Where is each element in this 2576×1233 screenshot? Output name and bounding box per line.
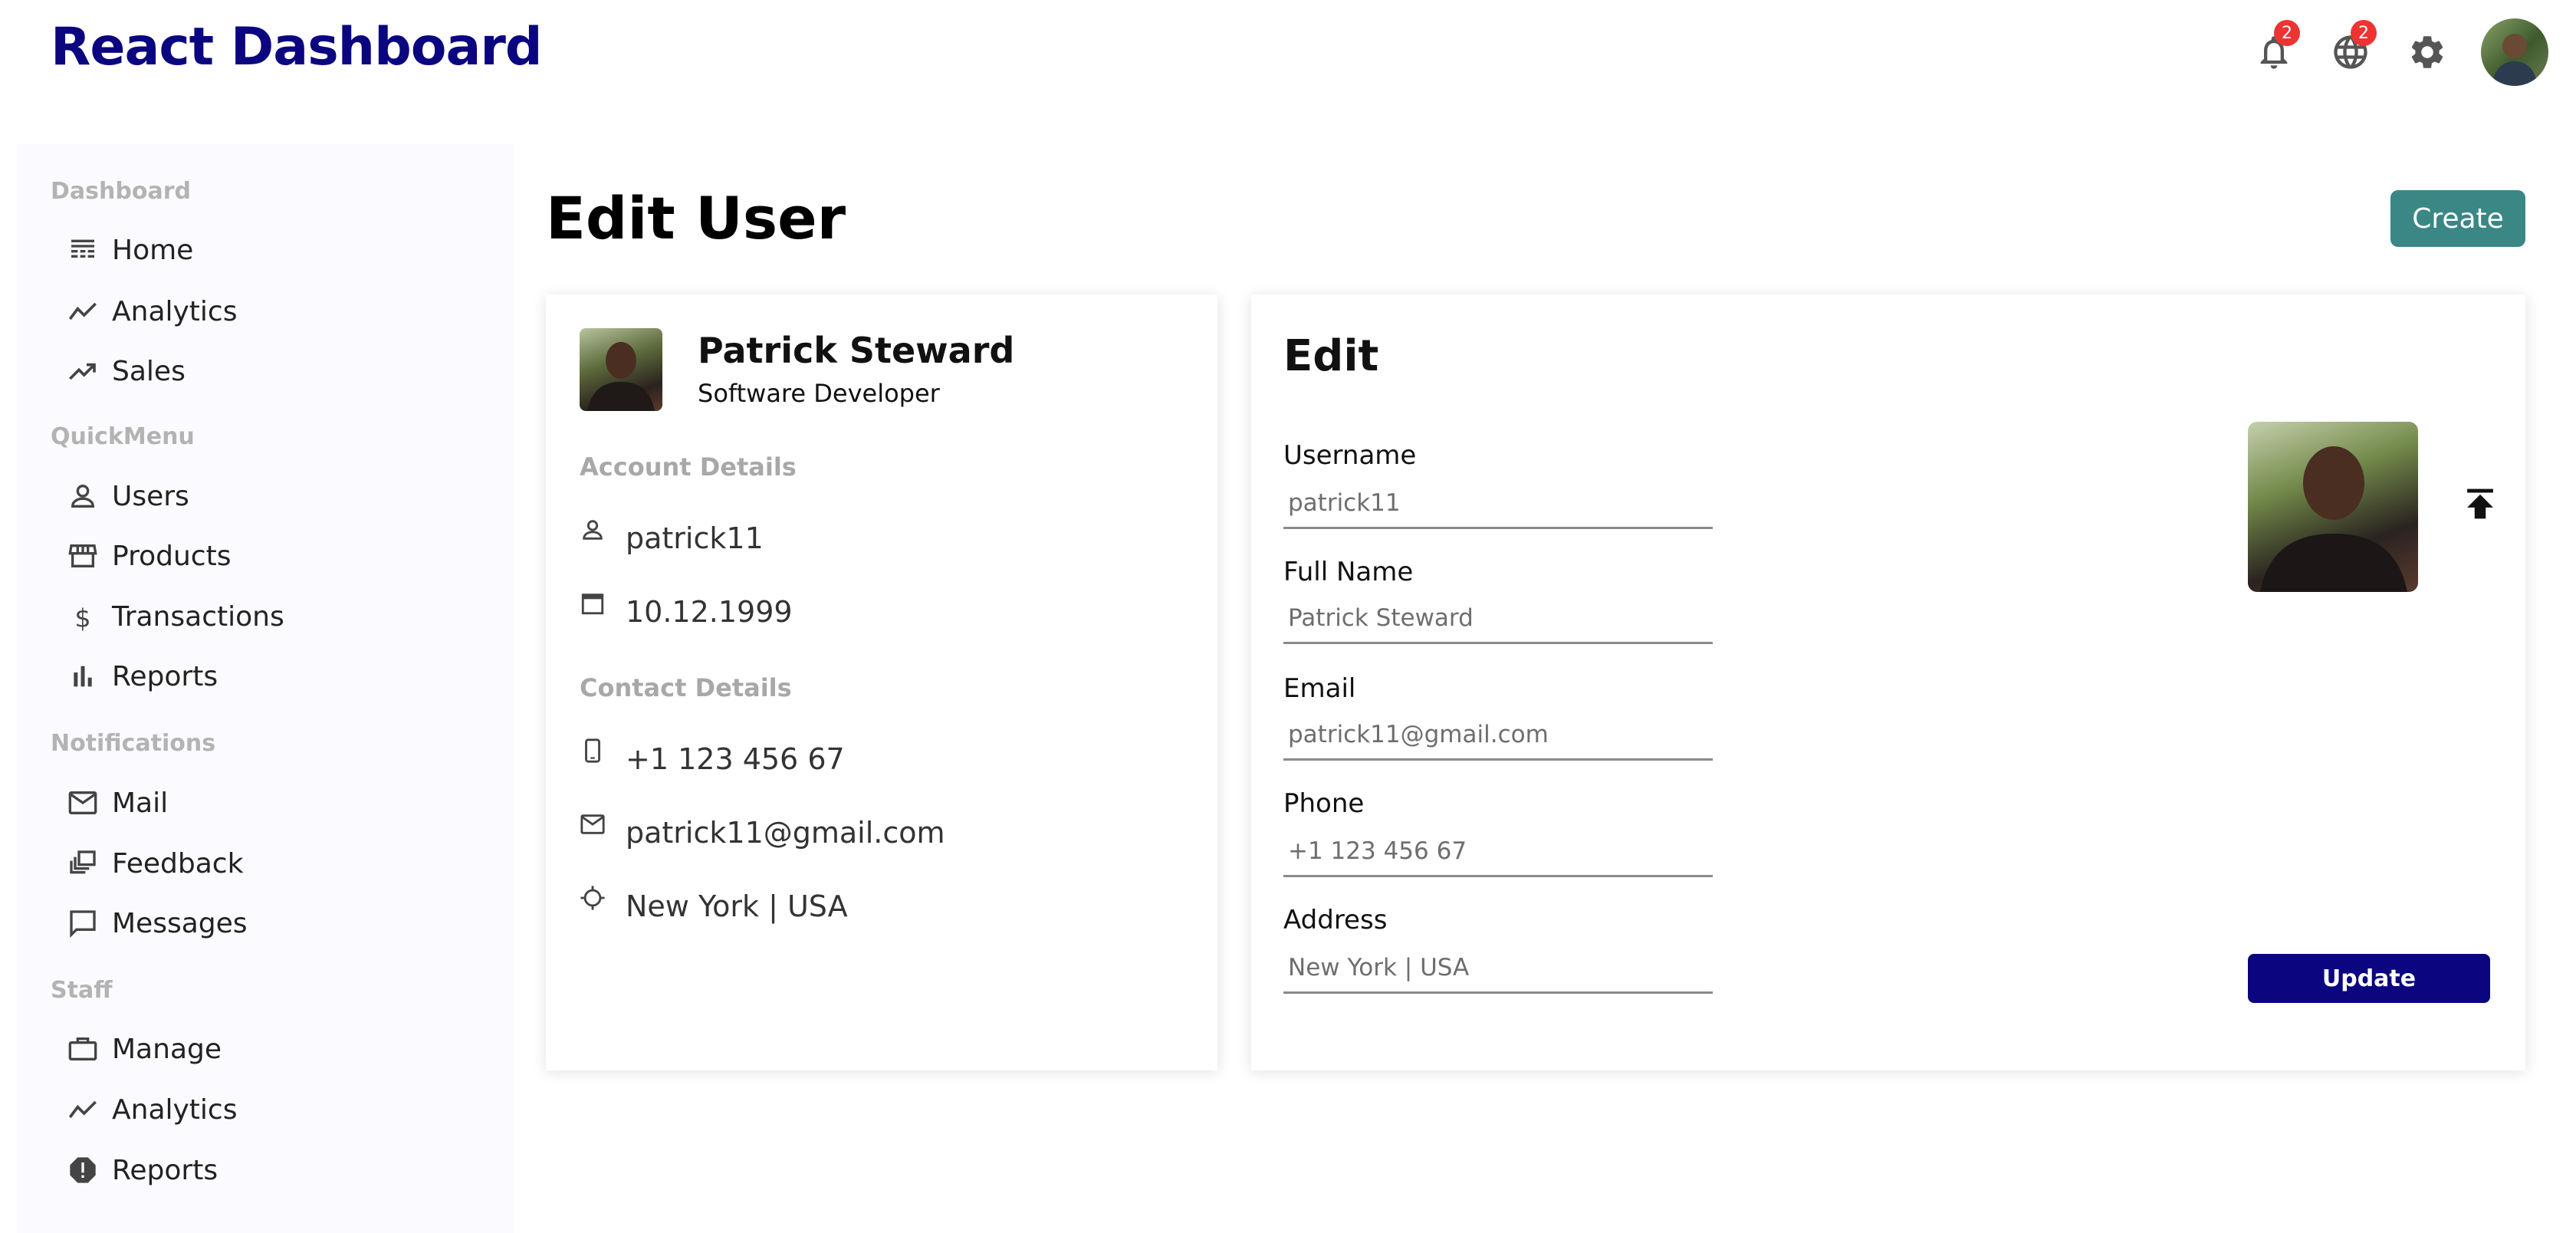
sidebar: Dashboard Home Analytics Sales QuickMenu… (17, 144, 514, 1233)
language-button[interactable]: 2 (2328, 20, 2377, 75)
sidebar-item-transactions[interactable]: $ Transactions (67, 595, 284, 638)
sidebar-item-home[interactable]: Home (67, 229, 193, 271)
sidebar-item-sales[interactable]: Sales (67, 350, 186, 393)
sidebar-item-label: Sales (112, 355, 186, 387)
location-searching-icon (580, 886, 605, 910)
sidebar-item-label: Feedback (112, 847, 244, 880)
sidebar-item-mail[interactable]: Mail (67, 781, 168, 824)
sidebar-item-label: Manage (112, 1033, 222, 1065)
language-badge: 2 (2351, 20, 2377, 46)
sidebar-item-label: Reports (112, 1154, 219, 1186)
email-label: Email (1283, 673, 1356, 704)
create-button[interactable]: Create (2390, 190, 2525, 247)
phone-icon (585, 738, 600, 763)
sidebar-item-label: Transactions (112, 600, 284, 633)
upload-icon[interactable] (2458, 482, 2502, 526)
dollar-icon: $ (74, 603, 90, 632)
sidebar-item-staff-analytics[interactable]: Analytics (67, 1088, 237, 1131)
report-icon (70, 1157, 96, 1183)
calendar-icon (581, 593, 604, 615)
user-email: patrick11@gmail.com (626, 816, 945, 850)
sidebar-item-label: Reports (112, 660, 219, 692)
chat-bubble-icon (70, 910, 96, 939)
person-icon (71, 485, 95, 508)
user-name: Patrick Steward (698, 330, 1015, 371)
page-title: Edit User (546, 184, 846, 252)
user-avatar (580, 328, 662, 411)
sidebar-item-manage[interactable]: Manage (67, 1028, 222, 1070)
sidebar-item-products[interactable]: Products (67, 534, 231, 577)
gear-icon (2411, 36, 2443, 68)
sidebar-section-notifications: Notifications (51, 730, 216, 757)
user-photo-large (2260, 446, 2407, 592)
sidebar-item-feedback[interactable]: Feedback (67, 842, 243, 885)
edit-user-card: Edit Username Full Name Email Phone Addr… (1251, 294, 2525, 1070)
edit-title: Edit (1283, 331, 1379, 381)
sidebar-item-label: Analytics (112, 295, 238, 327)
person-icon (583, 520, 603, 540)
work-icon (68, 1037, 97, 1060)
user-photo (587, 342, 655, 411)
timeline-icon (68, 1100, 97, 1119)
sidebar-item-users[interactable]: Users (67, 475, 189, 518)
fullname-input[interactable] (1283, 593, 1713, 644)
avatar-image (2492, 34, 2538, 86)
sidebar-section-quickmenu: QuickMenu (51, 423, 195, 450)
mail-icon (68, 791, 97, 814)
storefront-icon (68, 544, 97, 567)
settings-button[interactable] (2404, 29, 2450, 75)
user-phone: +1 123 456 67 (626, 742, 845, 776)
sidebar-item-label: Analytics (112, 1093, 238, 1126)
account-details-title: Account Details (580, 452, 797, 482)
sidebar-item-label: Users (112, 480, 189, 512)
timeline-icon (68, 302, 97, 321)
phone-input[interactable] (1283, 827, 1713, 877)
user-address: New York | USA (626, 889, 848, 923)
topbar-icons: 2 2 (2251, 17, 2548, 87)
user-email-row: patrick11@gmail.com (580, 814, 945, 850)
sidebar-item-messages[interactable]: Messages (67, 902, 248, 945)
sidebar-section-staff: Staff (51, 977, 113, 1004)
email-input[interactable] (1283, 710, 1713, 761)
sidebar-item-analytics[interactable]: Analytics (67, 290, 237, 333)
username-input[interactable] (1283, 478, 1713, 529)
bar-chart-icon (74, 666, 92, 687)
dynamic-feed-icon (70, 850, 96, 874)
avatar[interactable] (2481, 18, 2548, 86)
notifications-button[interactable]: 2 (2251, 20, 2300, 75)
mail-icon (580, 814, 605, 834)
user-address-row: New York | USA (580, 886, 848, 923)
user-username: patrick11 (626, 521, 764, 555)
sidebar-item-label: Mail (112, 787, 169, 819)
sidebar-section-dashboard: Dashboard (51, 178, 191, 205)
app-logo[interactable]: React Dashboard (51, 17, 543, 77)
phone-label: Phone (1283, 788, 1365, 819)
contact-details-title: Contact Details (580, 673, 792, 702)
sidebar-item-reports[interactable]: Reports (67, 655, 218, 698)
sidebar-item-label: Home (112, 234, 194, 266)
home-icon (71, 239, 94, 258)
user-birthday: 10.12.1999 (626, 595, 793, 629)
sidebar-item-staff-reports[interactable]: Reports (67, 1149, 218, 1192)
notifications-badge: 2 (2274, 20, 2300, 46)
svg-text:$: $ (74, 603, 90, 632)
trending-up-icon (69, 363, 96, 380)
user-phone-row: +1 123 456 67 (580, 738, 845, 776)
fullname-label: Full Name (1283, 557, 1414, 587)
username-label: Username (1283, 440, 1417, 471)
user-upload-photo (2248, 422, 2418, 592)
user-info-card: Patrick Steward Software Developer Accou… (546, 294, 1217, 1070)
address-input[interactable] (1283, 943, 1713, 994)
topbar: React Dashboard 2 2 (0, 0, 2576, 107)
user-role: Software Developer (698, 379, 940, 408)
update-button[interactable]: Update (2248, 954, 2490, 1003)
sidebar-item-label: Messages (112, 907, 248, 939)
sidebar-item-label: Products (112, 540, 232, 572)
user-birthday-row: 10.12.1999 (580, 593, 793, 629)
address-label: Address (1283, 905, 1388, 935)
user-username-row: patrick11 (580, 520, 764, 555)
